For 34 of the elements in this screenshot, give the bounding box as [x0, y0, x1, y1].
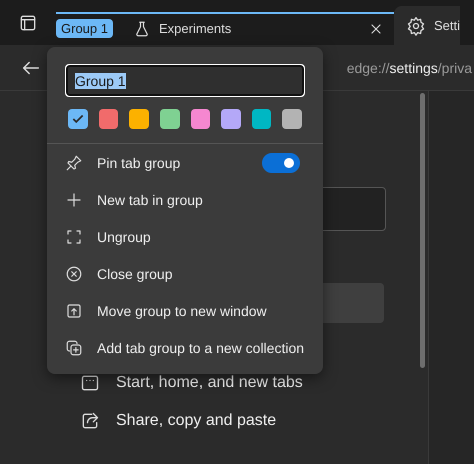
color-swatch[interactable]	[68, 109, 88, 129]
ungroup-icon	[65, 228, 83, 246]
check-icon	[70, 112, 85, 126]
pin-icon	[65, 154, 83, 172]
nav-item[interactable]: Start, home, and new tabs	[80, 373, 416, 393]
address-text[interactable]: edge://settings/priva	[346, 60, 474, 76]
color-swatch[interactable]	[160, 109, 180, 129]
menu-item[interactable]: Pin tab group	[47, 144, 323, 181]
move-window-icon	[65, 302, 83, 320]
menu-item[interactable]: Close group	[47, 255, 323, 292]
color-swatch[interactable]	[190, 109, 210, 129]
group-label[interactable]: Group 1	[56, 19, 113, 38]
menu-item[interactable]: New tab in group	[47, 181, 323, 218]
menu-item[interactable]: Ungroup	[47, 218, 323, 255]
window-icon	[80, 373, 100, 393]
color-swatch[interactable]	[221, 109, 241, 129]
color-swatch[interactable]	[98, 109, 118, 129]
scrollbar-thumb[interactable]	[420, 93, 424, 368]
menu-item[interactable]: Add tab group to a new collection	[47, 329, 323, 366]
plus-icon	[65, 190, 83, 208]
color-swatch[interactable]	[252, 109, 272, 129]
share-icon	[80, 411, 100, 431]
tab[interactable]: Setti	[394, 6, 460, 45]
tab[interactable]: Experiments	[118, 20, 386, 38]
sidebar-icon[interactable]	[18, 12, 38, 32]
toggle-switch[interactable]	[262, 152, 300, 172]
nav-item[interactable]: Share, copy and paste	[80, 411, 416, 431]
menu-item[interactable]: Move group to new window	[47, 292, 323, 329]
color-swatch[interactable]	[282, 109, 302, 129]
color-swatch[interactable]	[129, 109, 149, 129]
add-collection-icon	[65, 338, 83, 356]
group-name-field[interactable]: Group 1	[66, 65, 304, 96]
close-icon	[65, 264, 83, 282]
settings-icon	[406, 16, 426, 36]
